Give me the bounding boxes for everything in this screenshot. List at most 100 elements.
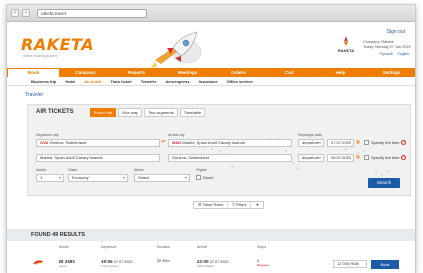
- submenu-hotel[interactable]: Hotel: [65, 77, 75, 85]
- menu-reports[interactable]: Reports: [111, 68, 162, 77]
- to-city-value: Madrid, Spain Adolf Canary Islands: [182, 140, 245, 145]
- specify-time-2[interactable]: Specify the time ?: [364, 155, 407, 160]
- results-header: Airline Departure Duration Arrival Stops: [7, 245, 415, 253]
- swap-cities-icon[interactable]: ⇄: [161, 139, 165, 145]
- return-from-input[interactable]: Madrid, Spain Adolf Canary Islands: [36, 154, 160, 162]
- site-logo[interactable]: RAKETA: [21, 35, 94, 54]
- col-duration: Duration: [157, 245, 171, 249]
- menu-help[interactable]: Help: [315, 68, 366, 77]
- airline-select[interactable]: Select: [134, 174, 190, 182]
- help-icon-2[interactable]: ?: [401, 155, 407, 160]
- search-button[interactable]: Search: [368, 178, 400, 188]
- col-airline: Airline: [59, 245, 69, 249]
- departure-date-label: Departure date: [298, 133, 322, 137]
- menu-cart[interactable]: Cart: [264, 68, 315, 77]
- departure-city-label: Departure city: [36, 133, 59, 137]
- sign-out-link[interactable]: Sign out: [387, 29, 405, 35]
- trip-oneway-button[interactable]: One way: [118, 107, 142, 117]
- airline-logo-icon: [33, 260, 43, 265]
- specify-time-checkbox[interactable]: [364, 140, 369, 145]
- menu-book[interactable]: Book: [7, 68, 60, 77]
- col-stops: Stops: [257, 245, 266, 249]
- calendar-icon-2[interactable]: ▦: [356, 154, 360, 159]
- search-panel-header: AIR TICKETS Round trip One way Two segme…: [28, 105, 410, 119]
- submenu-transfer[interactable]: Transfer: [141, 77, 157, 85]
- brand-badge-text: RAKETA: [337, 48, 355, 53]
- ticket-rules-button[interactable]: ☰ Ticket Rules: [194, 202, 229, 208]
- filters-label: Filters: [236, 203, 247, 207]
- filters-button[interactable]: ▽ Filters: [228, 202, 252, 208]
- price-select[interactable]: 12 000 RUB: [333, 260, 367, 268]
- site-header: RAKETA online booking system Sign out RA…: [7, 22, 415, 68]
- trip-timetable-button[interactable]: Timetable: [179, 107, 206, 117]
- adults-select[interactable]: 1: [36, 174, 64, 182]
- specify-time-label-2: Specify the time: [371, 155, 400, 160]
- arrival-city-label: Arrival city: [168, 133, 185, 137]
- menu-orders[interactable]: Orders: [213, 68, 264, 77]
- help-icon[interactable]: ?: [401, 140, 407, 145]
- results-count: FOUND 49 RESULTS: [7, 229, 415, 241]
- direct-flights-option[interactable]: Direct: [196, 175, 213, 180]
- col-arrival: Arrival: [197, 245, 207, 249]
- airline-name: Iberia: [59, 264, 67, 268]
- date1-mode-select[interactable]: departure: [298, 139, 324, 147]
- airline-label: Airline: [134, 168, 144, 172]
- date2-input[interactable]: 08.07.2020: [327, 154, 354, 162]
- menu-company[interactable]: Company: [60, 68, 111, 77]
- specify-time-checkbox-2[interactable]: [364, 155, 369, 160]
- return-to-input[interactable]: Geneva, Switzerland: [168, 154, 292, 162]
- menu-settings[interactable]: Settings: [366, 68, 415, 77]
- sub-menu: Business trip Hotel Air ticket Train tic…: [7, 77, 415, 86]
- language-switcher: Русский English: [376, 52, 409, 56]
- specify-time-1[interactable]: Specify the time ?: [364, 140, 407, 145]
- submenu-business-trip[interactable]: Business trip: [31, 77, 56, 85]
- class-label: Class: [68, 168, 77, 172]
- adults-label: Adults: [36, 168, 46, 172]
- class-select[interactable]: Economy: [68, 174, 128, 182]
- result-row[interactable]: IB 3483 Iberia 19:55 07.07.2020 GVA Gene…: [7, 257, 415, 273]
- lang-en-link[interactable]: English: [398, 52, 409, 56]
- direct-label: Direct: [203, 175, 214, 180]
- browser-toolbar: ‹ › raketa.travel: [7, 5, 415, 22]
- baggage-note: Baggage: [257, 263, 270, 267]
- rocket-illustration: [151, 31, 202, 68]
- main-menu: Book Company Reports Meetings Orders Car…: [7, 68, 415, 77]
- col-departure: Departure: [101, 245, 117, 249]
- calendar-icon[interactable]: ▦: [356, 139, 360, 144]
- forward-button[interactable]: ›: [22, 9, 30, 17]
- submenu-aeroexpress[interactable]: Aeroexpress: [165, 77, 189, 85]
- funnel-button[interactable]: ▼: [251, 202, 263, 208]
- arrival-place: MAD Madrid: [197, 264, 214, 268]
- to-airport-code: MAD: [172, 140, 182, 145]
- address-bar[interactable]: raketa.travel: [37, 8, 147, 18]
- to-city-input[interactable]: MAD Madrid, Spain Adolf Canary Islands: [168, 139, 292, 147]
- brand-badge: RAKETA: [331, 36, 361, 53]
- submenu-air-ticket[interactable]: Air ticket: [84, 77, 101, 85]
- panel-title: AIR TICKETS: [36, 109, 74, 115]
- direct-checkbox[interactable]: [196, 175, 201, 180]
- submenu-office-service[interactable]: Office service: [227, 77, 253, 85]
- from-city-input[interactable]: GVA Geneva, Switzerland: [36, 139, 160, 147]
- trip-two-segments-button[interactable]: Two segments: [143, 107, 178, 117]
- date2-mode-select[interactable]: departure: [298, 154, 324, 162]
- air-search-panel: AIR TICKETS Round trip One way Two segme…: [27, 104, 411, 196]
- lang-ru-link[interactable]: Русский: [380, 52, 393, 56]
- date1-input[interactable]: 07.07.2020: [327, 139, 354, 147]
- departure-cell: 19:55 07.07.2020 GVA Geneva: [101, 259, 133, 268]
- browser-window: ‹ › raketa.travel RAKETA online booking …: [6, 4, 416, 273]
- traveler-link[interactable]: Traveler: [25, 92, 43, 98]
- small-rocket-icon: [344, 36, 348, 46]
- book-button[interactable]: Book: [371, 260, 399, 269]
- logo-tagline: online booking system: [23, 54, 58, 58]
- company-info: Company: Raketa Today: Monday 27 Jan 202…: [363, 40, 411, 50]
- menu-meetings[interactable]: Meetings: [162, 68, 213, 77]
- submenu-train-ticket[interactable]: Train ticket: [110, 77, 131, 85]
- filter-icon: ▽: [232, 203, 236, 207]
- back-button[interactable]: ‹: [11, 9, 19, 17]
- flight-cell: IB 3483 Iberia: [59, 259, 75, 268]
- ticket-rules-label: Ticket Rules: [202, 203, 224, 207]
- submenu-insurance[interactable]: Insurance: [199, 77, 218, 85]
- from-city-value: Geneva, Switzerland: [49, 140, 87, 145]
- specify-time-label: Specify the time: [371, 140, 400, 145]
- trip-round-button[interactable]: Round trip: [89, 107, 117, 117]
